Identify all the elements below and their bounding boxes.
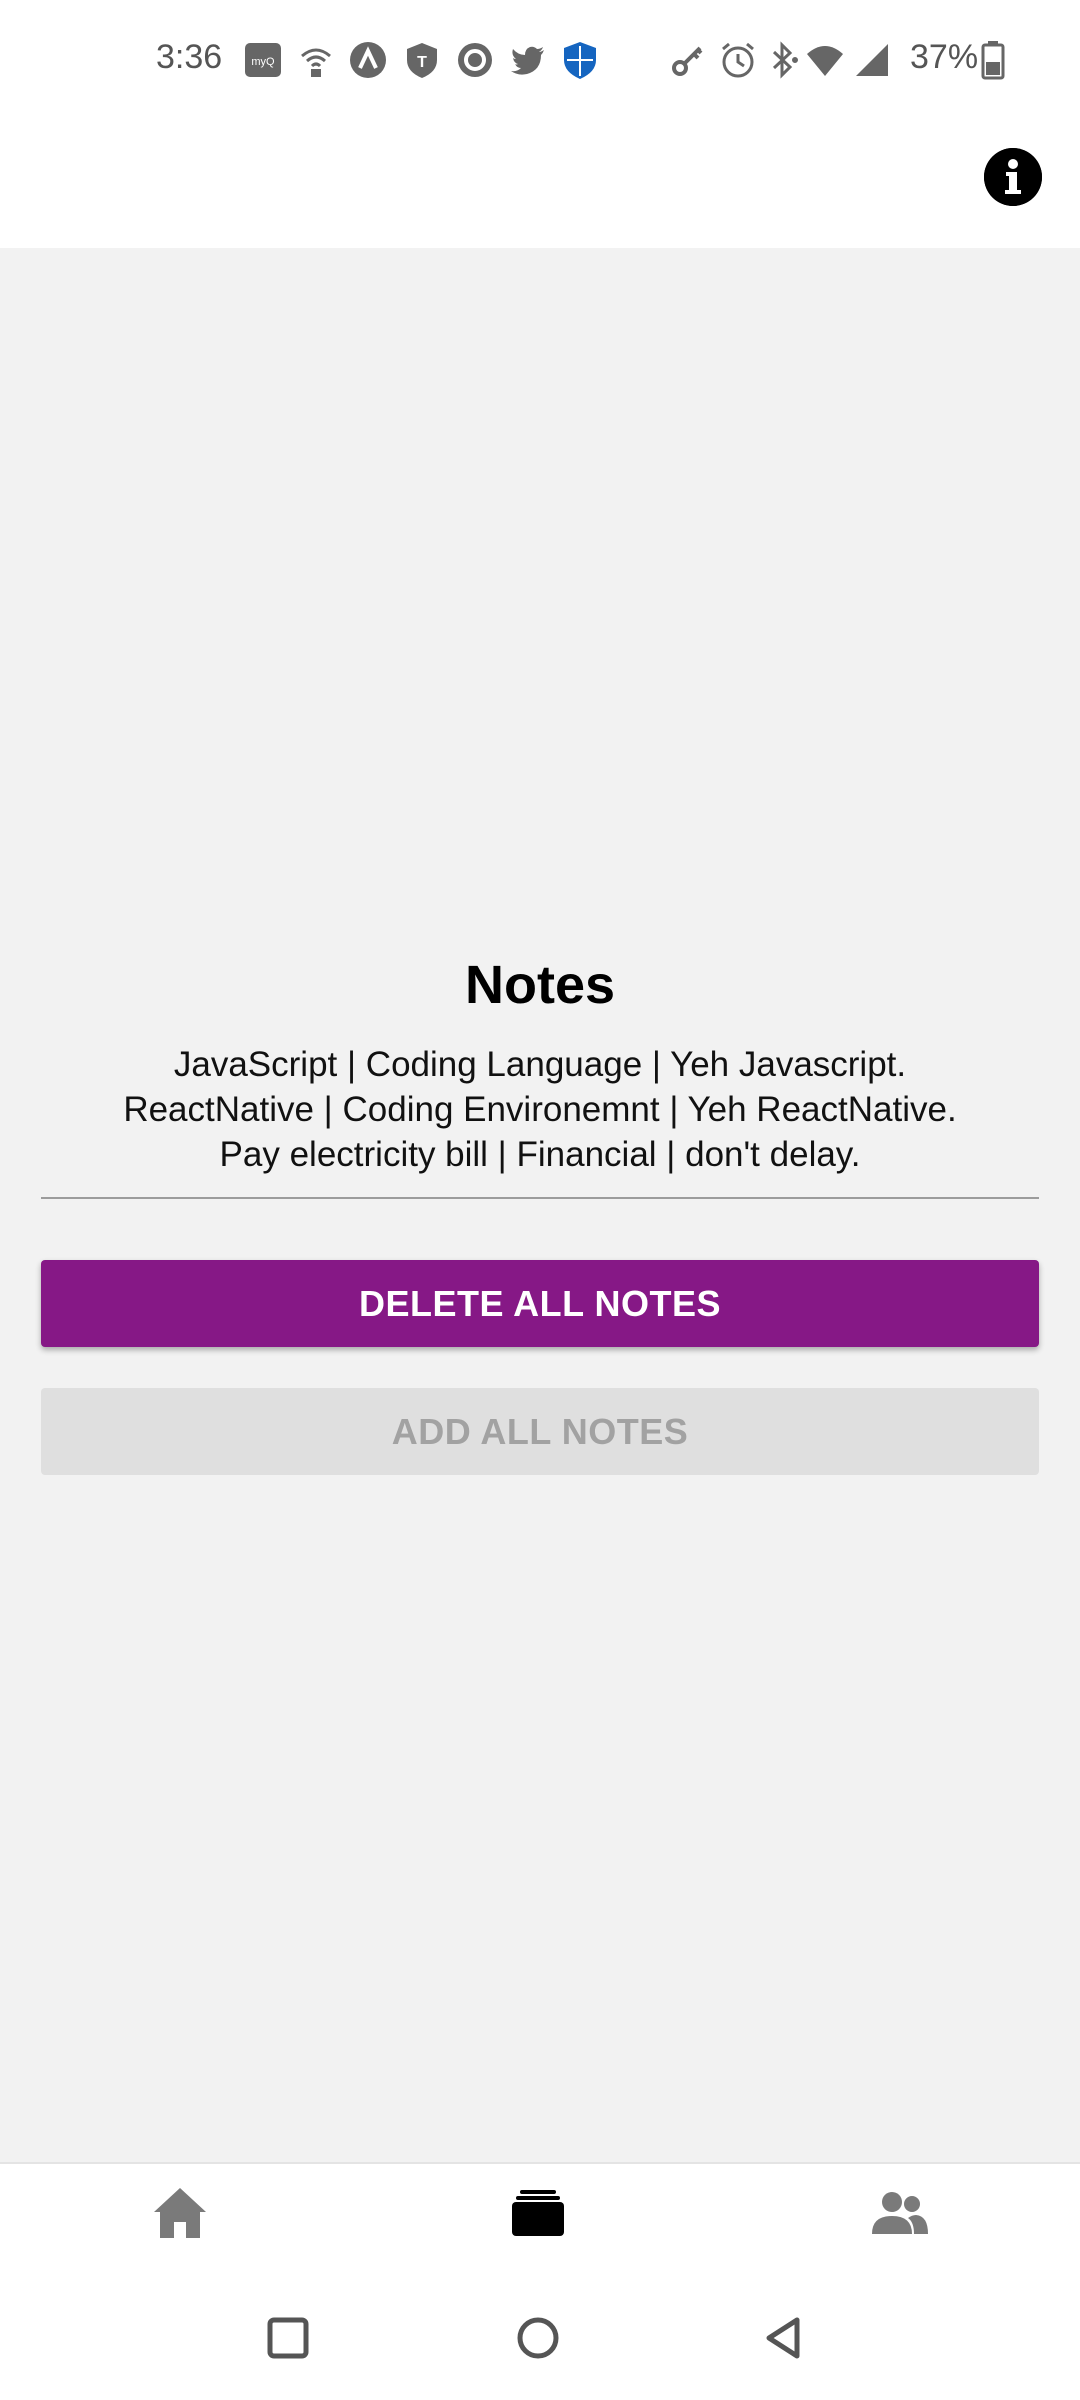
delete-all-notes-button[interactable]: DELETE ALL NOTES xyxy=(41,1260,1039,1347)
bluetooth-icon xyxy=(762,40,802,80)
wifi-icon xyxy=(805,40,845,80)
app-a-icon xyxy=(348,40,388,80)
bottom-tab-bar xyxy=(0,2162,1080,2286)
shield-security-icon xyxy=(560,40,600,80)
status-time: 3:36 xyxy=(156,38,223,76)
home-icon xyxy=(154,2188,206,2238)
battery-percent: 37% xyxy=(910,38,979,76)
tab-home[interactable] xyxy=(80,2164,280,2288)
divider xyxy=(41,1197,1039,1199)
key-icon xyxy=(668,40,708,80)
circle-app-icon xyxy=(455,40,495,80)
svg-text:myQ: myQ xyxy=(251,56,275,68)
tab-people[interactable] xyxy=(800,2164,1000,2288)
cards-icon xyxy=(512,2190,564,2236)
page-title: Notes xyxy=(464,955,616,1015)
battery-icon xyxy=(978,40,1008,80)
screen: 3:36 myQ T 37% Notes JavaScript | Coding… xyxy=(0,0,1080,2400)
system-nav-bar xyxy=(0,2286,1080,2400)
circle-icon xyxy=(517,2317,559,2359)
back-button[interactable] xyxy=(755,2308,815,2368)
recents-button[interactable] xyxy=(258,2308,318,2368)
home-button[interactable] xyxy=(508,2308,568,2368)
twitter-icon xyxy=(508,40,548,80)
app-header xyxy=(0,120,1080,248)
note-item: ReactNative | Coding Environemnt | Yeh R… xyxy=(123,1090,957,1129)
back-triangle-icon xyxy=(766,2317,800,2359)
note-item: JavaScript | Coding Language | Yeh Javas… xyxy=(173,1045,907,1084)
info-icon[interactable] xyxy=(984,148,1042,206)
alarm-icon xyxy=(718,40,758,80)
notes-list: JavaScript | Coding Language | Yeh Javas… xyxy=(0,1042,1080,1177)
notes-screen: Notes JavaScript | Coding Language | Yeh… xyxy=(0,248,1080,2162)
cell-signal-icon xyxy=(852,40,892,80)
add-all-notes-button[interactable]: ADD ALL NOTES xyxy=(41,1388,1039,1475)
tmobile-shield-icon: T xyxy=(402,40,442,80)
people-icon xyxy=(872,2192,928,2234)
myq-icon: myQ xyxy=(243,40,283,80)
note-item: Pay electricity bill | Financial | don't… xyxy=(219,1135,861,1174)
wifi-calling-icon xyxy=(296,40,336,80)
square-icon xyxy=(267,2317,309,2359)
svg-text:T: T xyxy=(417,54,427,71)
status-bar: 3:36 myQ T 37% xyxy=(0,0,1080,120)
tab-notes[interactable] xyxy=(438,2164,638,2288)
